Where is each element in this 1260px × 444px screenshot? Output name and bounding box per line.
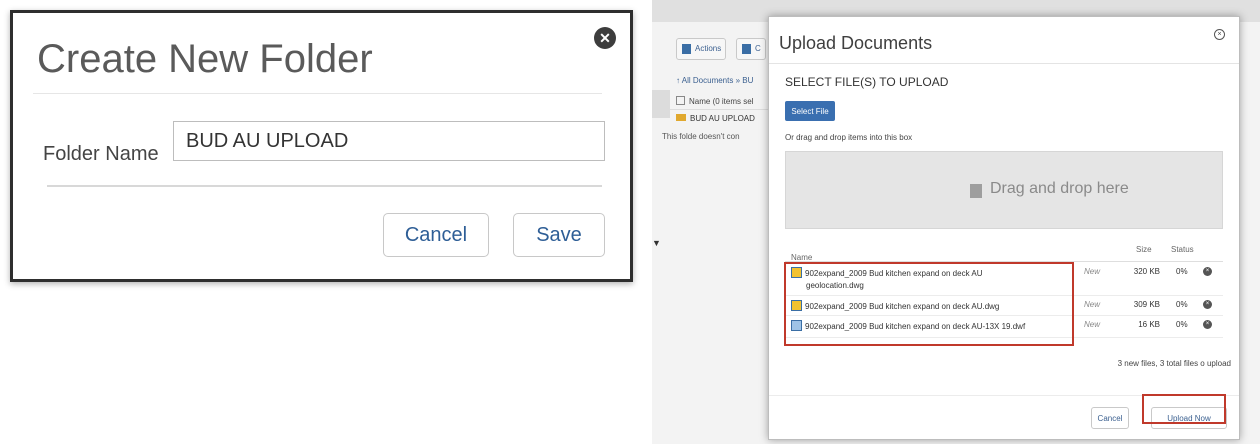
folder-name-label: Folder Name <box>43 143 159 165</box>
select-all-checkbox[interactable] <box>676 96 685 105</box>
select-files-heading: SELECT FILE(S) TO UPLOAD <box>785 75 949 89</box>
toolbar-button-c[interactable]: C <box>736 38 766 60</box>
dialog-title: Create New Folder <box>37 37 373 81</box>
file-size: 16 KB <box>1138 320 1160 329</box>
drop-zone[interactable]: Drag and drop here <box>785 151 1223 229</box>
upload-progress: 0% <box>1176 267 1188 276</box>
close-icon[interactable]: ✕ <box>594 27 616 49</box>
upload-summary: 3 new files, 3 total files o upload <box>1117 359 1231 368</box>
actions-label: Actions <box>695 44 722 53</box>
remove-file-icon[interactable]: × <box>1203 320 1212 329</box>
empty-folder-message: This folde doesn't con <box>662 132 740 141</box>
folder-icon <box>676 114 686 121</box>
folder-name-input[interactable] <box>173 121 605 161</box>
cancel-button[interactable]: Cancel <box>1091 407 1129 429</box>
close-icon[interactable]: × <box>1214 29 1225 40</box>
file-size: 320 KB <box>1133 267 1160 276</box>
list-header: Name (0 items sel <box>670 92 782 110</box>
cancel-button[interactable]: Cancel <box>383 213 489 257</box>
file-size: 309 KB <box>1133 300 1160 309</box>
divider <box>33 93 602 94</box>
actions-icon <box>682 44 691 54</box>
column-header-status: Status <box>1171 245 1194 254</box>
upload-progress: 0% <box>1176 320 1188 329</box>
create-folder-dialog: ✕ Create New Folder Folder Name Cancel S… <box>10 10 633 282</box>
highlight-files-box <box>784 262 1074 346</box>
select-file-button[interactable]: Select File <box>785 101 835 121</box>
new-tag: New <box>1084 300 1101 309</box>
folder-row-label: BUD AU UPLOAD <box>690 114 755 123</box>
dialog-title: Upload Documents <box>779 33 933 53</box>
actions-button[interactable]: Actions <box>676 38 727 60</box>
new-tag: New <box>1084 320 1101 329</box>
drag-hint: Or drag and drop items into this box <box>785 133 913 142</box>
divider <box>47 185 602 187</box>
header-label: Name (0 items sel <box>689 97 754 106</box>
drop-zone-text: Drag and drop here <box>990 180 1129 197</box>
remove-file-icon[interactable]: × <box>1203 267 1212 276</box>
upload-progress: 0% <box>1176 300 1188 309</box>
column-header-size: Size <box>1136 245 1152 254</box>
tag-icon <box>742 44 751 54</box>
remove-file-icon[interactable]: × <box>1203 300 1212 309</box>
document-icon <box>970 184 982 198</box>
side-strip <box>652 90 670 118</box>
divider <box>769 63 1239 64</box>
breadcrumb[interactable]: ↑ All Documents » BU <box>676 76 753 85</box>
new-tag: New <box>1084 267 1101 276</box>
toolbar-label: C <box>755 44 761 53</box>
upload-documents-dialog: Upload Documents × SELECT FILE(S) TO UPL… <box>768 16 1240 440</box>
folder-row[interactable]: BUD AU UPLOAD <box>670 114 755 123</box>
highlight-upload-box <box>1142 394 1226 424</box>
caret-down-icon[interactable]: ▼ <box>652 238 661 248</box>
save-button[interactable]: Save <box>513 213 605 257</box>
